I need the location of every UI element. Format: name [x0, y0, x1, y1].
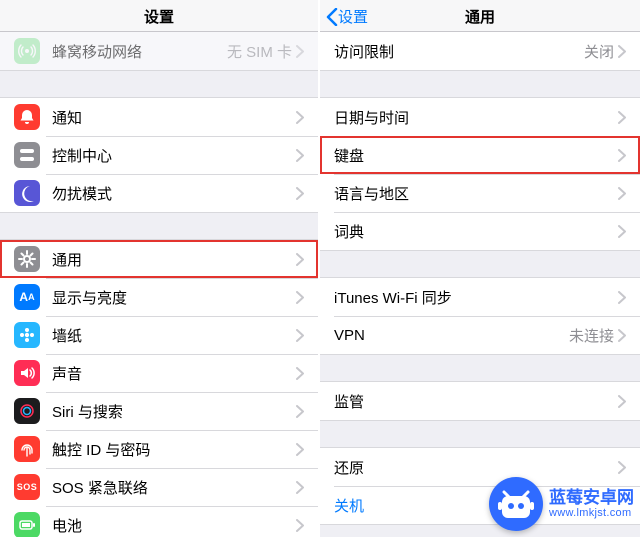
row-label: 访问限制 [334, 41, 584, 62]
chevron-right-icon [296, 253, 304, 266]
page-title: 通用 [320, 6, 640, 27]
settings-group: 蜂窝移动网络无 SIM 卡 [0, 32, 318, 71]
settings-group: 日期与时间键盘语言与地区词典 [320, 97, 640, 251]
settings-root-pane: 设置 蜂窝移动网络无 SIM 卡通知控制中心勿扰模式通用 AA 显示与亮度墙纸声音 S… [0, 0, 320, 537]
row-notifications[interactable]: 通知 [0, 98, 318, 136]
row-label: 还原 [334, 457, 618, 478]
cellular-icon [14, 38, 40, 64]
row-label: 键盘 [334, 145, 618, 166]
bell-icon [14, 104, 40, 130]
row-dnd[interactable]: 勿扰模式 [0, 174, 318, 212]
row-label: 墙纸 [52, 325, 296, 346]
row-itunes-wifi[interactable]: iTunes Wi-Fi 同步 [320, 278, 640, 316]
chevron-right-icon [296, 291, 304, 304]
row-siri[interactable]: Siri 与搜索 [0, 392, 318, 430]
row-label: 勿扰模式 [52, 183, 296, 204]
header: 设置 通用 [320, 0, 640, 32]
watermark: 蓝莓安卓网 www.lmkjst.com [489, 477, 634, 531]
row-label: 监管 [334, 391, 618, 412]
row-label: 日期与时间 [334, 107, 618, 128]
chevron-right-icon [296, 111, 304, 124]
settings-group: 访问限制关闭 [320, 32, 640, 71]
row-dictionary[interactable]: 词典 [320, 212, 640, 250]
chevron-right-icon [296, 481, 304, 494]
row-restrictions[interactable]: 访问限制关闭 [320, 32, 640, 70]
row-label: iTunes Wi-Fi 同步 [334, 287, 618, 308]
header: 设置 [0, 0, 318, 32]
wallpaper-icon [14, 322, 40, 348]
fingerprint-icon [14, 436, 40, 462]
row-value: 未连接 [569, 325, 614, 346]
row-value: 关闭 [584, 41, 614, 62]
chevron-right-icon [296, 187, 304, 200]
row-sos[interactable]: SOS SOS 紧急联络 [0, 468, 318, 506]
row-sounds[interactable]: 声音 [0, 354, 318, 392]
row-language[interactable]: 语言与地区 [320, 174, 640, 212]
general-pane: 设置 通用 访问限制关闭日期与时间键盘语言与地区词典 iTunes Wi-Fi 同… [320, 0, 640, 537]
row-regulatory[interactable]: 监管 [320, 382, 640, 420]
row-datetime[interactable]: 日期与时间 [320, 98, 640, 136]
row-label: 通知 [52, 107, 296, 128]
sound-icon [14, 360, 40, 386]
row-label: 词典 [334, 221, 618, 242]
chevron-right-icon [618, 329, 626, 342]
row-label: 语言与地区 [334, 183, 618, 204]
sos-icon: SOS [14, 474, 40, 500]
row-general[interactable]: 通用 [0, 240, 318, 278]
toggles-icon [14, 142, 40, 168]
settings-group: iTunes Wi-Fi 同步 VPN未连接 [320, 277, 640, 355]
settings-group: 通知控制中心勿扰模式 [0, 97, 318, 213]
row-label: 蜂窝移动网络 [52, 41, 227, 62]
chevron-right-icon [618, 111, 626, 124]
row-value: 无 SIM 卡 [227, 41, 292, 62]
row-cellular[interactable]: 蜂窝移动网络无 SIM 卡 [0, 32, 318, 70]
chevron-right-icon [618, 291, 626, 304]
settings-group: 监管 [320, 381, 640, 421]
watermark-name: 蓝莓安卓网 [549, 488, 634, 508]
row-touchid[interactable]: 触控 ID 与密码 [0, 430, 318, 468]
row-control-center[interactable]: 控制中心 [0, 136, 318, 174]
moon-icon [14, 180, 40, 206]
chevron-right-icon [618, 395, 626, 408]
chevron-right-icon [618, 149, 626, 162]
chevron-right-icon [618, 225, 626, 238]
chevron-right-icon [296, 519, 304, 532]
row-label: VPN [334, 327, 569, 344]
row-label: 通用 [52, 249, 296, 270]
row-label: 显示与亮度 [52, 287, 296, 308]
row-keyboard[interactable]: 键盘 [320, 136, 640, 174]
gear-icon [14, 246, 40, 272]
chevron-right-icon [296, 329, 304, 342]
chevron-right-icon [296, 45, 304, 58]
display-icon: AA [14, 284, 40, 310]
chevron-right-icon [296, 405, 304, 418]
row-wallpaper[interactable]: 墙纸 [0, 316, 318, 354]
chevron-right-icon [618, 187, 626, 200]
chevron-right-icon [296, 443, 304, 456]
chevron-right-icon [618, 45, 626, 58]
row-label: SOS 紧急联络 [52, 477, 296, 498]
row-label: 控制中心 [52, 145, 296, 166]
watermark-url: www.lmkjst.com [549, 507, 631, 520]
chevron-right-icon [618, 461, 626, 474]
row-label: 触控 ID 与密码 [52, 439, 296, 460]
row-label: Siri 与搜索 [52, 401, 296, 422]
row-label: 电池 [52, 515, 296, 536]
row-label: 声音 [52, 363, 296, 384]
row-vpn[interactable]: VPN未连接 [320, 316, 640, 354]
chevron-right-icon [296, 367, 304, 380]
settings-group: 通用 AA 显示与亮度墙纸声音 Siri 与搜索触控 ID 与密码 SOS SOS 紧急联… [0, 239, 318, 537]
chevron-right-icon [296, 149, 304, 162]
siri-icon [14, 398, 40, 424]
watermark-logo [489, 477, 543, 531]
row-battery[interactable]: 电池 [0, 506, 318, 537]
row-display[interactable]: AA 显示与亮度 [0, 278, 318, 316]
battery-icon [14, 512, 40, 537]
page-title: 设置 [0, 6, 318, 27]
